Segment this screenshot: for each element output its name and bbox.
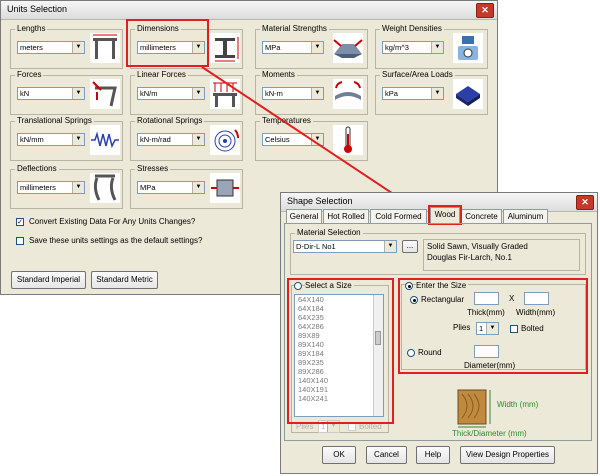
cancel-button[interactable]: Cancel (366, 446, 407, 464)
close-icon[interactable]: ✕ (576, 195, 594, 210)
material-desc-line1: Solid Sawn, Visually Graded (427, 242, 528, 251)
wood-tab-highlight (428, 205, 462, 225)
material-value: D-Dir-L No1 (296, 242, 336, 251)
ok-button[interactable]: OK (322, 446, 356, 464)
enter-size-highlight (398, 278, 588, 374)
tab-hot-rolled[interactable]: Hot Rolled (323, 209, 369, 223)
material-selection-label: Material Selection (295, 228, 363, 237)
thick-diameter-label: Thick/Diameter (mm) (452, 429, 527, 438)
tab-cold-formed[interactable]: Cold Formed (370, 209, 427, 223)
tab-concrete[interactable]: Concrete (461, 209, 502, 223)
wood-section-icon (457, 389, 491, 428)
tab-aluminum[interactable]: Aluminum (503, 209, 548, 223)
width-mm-label: Width (mm) (497, 400, 539, 409)
material-desc-line2: Douglas Fir-Larch, No.1 (427, 253, 512, 262)
material-select[interactable]: D-Dir-L No1 ▼ (293, 240, 397, 253)
chevron-down-icon[interactable]: ▼ (384, 241, 396, 252)
shape-window-title: Shape Selection (287, 196, 353, 206)
material-description: Solid Sawn, Visually Graded Douglas Fir-… (423, 239, 580, 271)
bolted-disabled-checkbox (348, 423, 356, 431)
browse-material-button[interactable]: ... (402, 240, 418, 253)
select-size-highlight (287, 278, 394, 424)
view-design-properties-button[interactable]: View Design Properties (460, 446, 555, 464)
tab-general[interactable]: General (286, 209, 322, 223)
help-button[interactable]: Help (416, 446, 450, 464)
